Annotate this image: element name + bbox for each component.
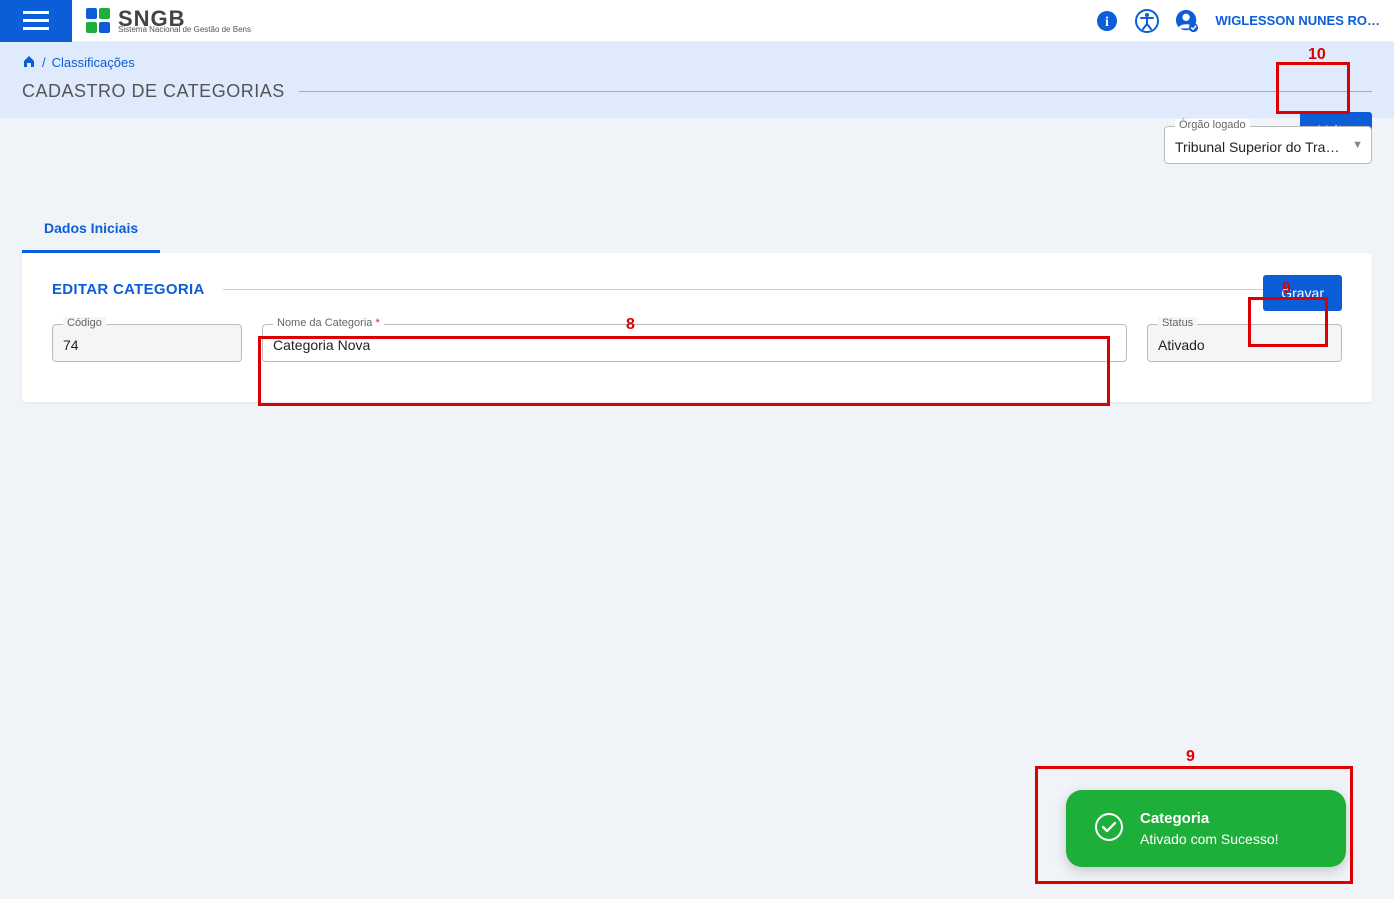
- nome-field[interactable]: Nome da Categoria *: [262, 324, 1127, 362]
- orgao-label: Órgão logado: [1175, 119, 1250, 131]
- toast-message: Ativado com Sucesso!: [1140, 831, 1279, 847]
- orgao-value: Tribunal Superior do Tra…: [1175, 139, 1361, 155]
- svg-text:i: i: [1105, 15, 1109, 30]
- nome-input[interactable]: [273, 337, 1116, 353]
- orgao-dropdown[interactable]: Órgão logado Tribunal Superior do Tra… ▼: [1164, 126, 1372, 164]
- toast-title: Categoria: [1140, 810, 1279, 827]
- breadcrumb-separator: /: [42, 55, 46, 70]
- nome-label: Nome da Categoria *: [273, 317, 384, 329]
- breadcrumb: / Classificações: [22, 54, 1372, 71]
- username-label[interactable]: WIGLESSON NUNES RO…: [1215, 13, 1380, 28]
- status-value: Ativado: [1158, 337, 1331, 353]
- gravar-button[interactable]: Gravar: [1263, 275, 1342, 311]
- editar-categoria-card: EDITAR CATEGORIA Gravar Código 74 Nome d…: [22, 253, 1372, 402]
- annotation-label-9b: 9: [1186, 748, 1195, 766]
- card-title-divider: [223, 289, 1342, 290]
- hamburger-icon: [23, 11, 49, 31]
- title-divider: [299, 91, 1372, 92]
- logo: SNGB Sistema Nacional de Gestão de Bens: [86, 8, 251, 34]
- codigo-field: Código 74: [52, 324, 242, 362]
- tab-dados-iniciais[interactable]: Dados Iniciais: [22, 206, 160, 253]
- menu-button[interactable]: [0, 0, 72, 42]
- breadcrumb-area: / Classificações CADASTRO DE CATEGORIAS …: [0, 42, 1394, 118]
- status-field: Status Ativado: [1147, 324, 1342, 362]
- codigo-value: 74: [63, 337, 231, 353]
- topbar: SNGB Sistema Nacional de Gestão de Bens …: [0, 0, 1394, 42]
- status-label: Status: [1158, 317, 1197, 329]
- logo-icon: [86, 8, 112, 34]
- success-toast: Categoria Ativado com Sucesso!: [1066, 790, 1346, 867]
- logo-subtext: Sistema Nacional de Gestão de Bens: [118, 26, 251, 34]
- accessibility-icon[interactable]: [1135, 9, 1159, 33]
- page-title: CADASTRO DE CATEGORIAS: [22, 81, 285, 102]
- info-icon[interactable]: i: [1095, 9, 1119, 33]
- tabs: Dados Iniciais: [22, 206, 1372, 253]
- check-circle-icon: [1094, 812, 1124, 845]
- home-icon[interactable]: [22, 54, 36, 71]
- user-icon[interactable]: [1175, 9, 1199, 33]
- codigo-label: Código: [63, 317, 106, 329]
- breadcrumb-link[interactable]: Classificações: [52, 55, 135, 70]
- card-title: EDITAR CATEGORIA: [52, 281, 205, 298]
